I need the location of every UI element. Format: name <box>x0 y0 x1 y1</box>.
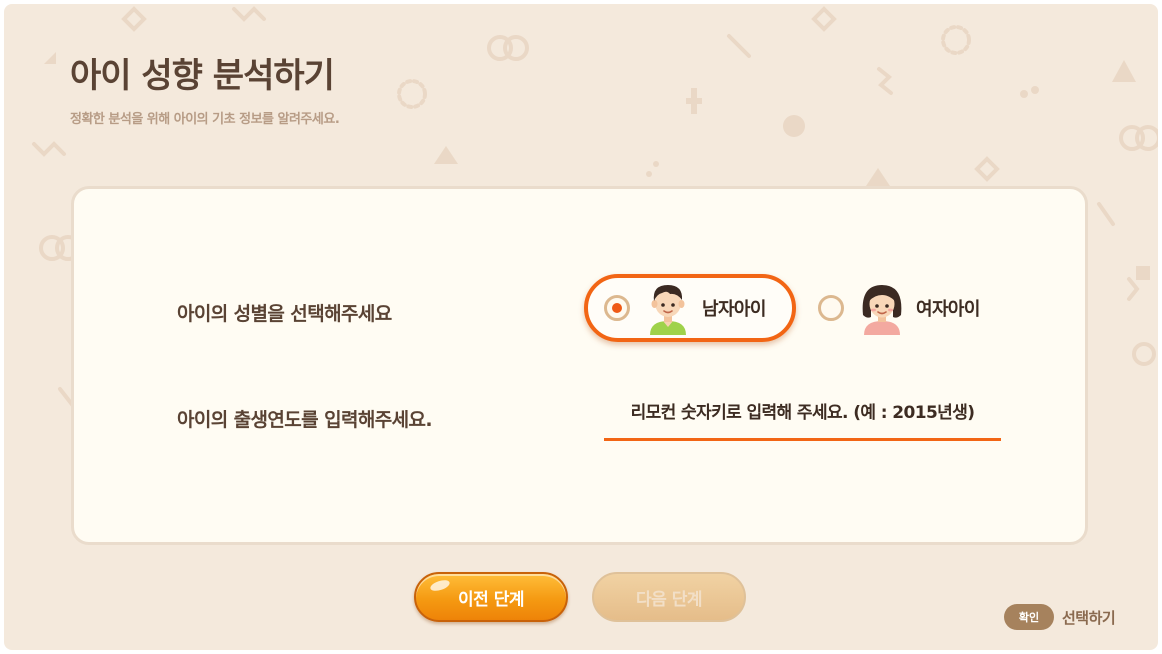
gender-option-boy[interactable]: 남자아이 <box>584 274 796 342</box>
remote-key-hint: 확인 선택하기 <box>1004 604 1116 630</box>
tv-screen: 아이 성향 분석하기 정확한 분석을 위해 아이의 기초 정보를 알려주세요. … <box>4 4 1158 650</box>
previous-step-label: 이전 단계 <box>458 589 524 610</box>
boy-avatar-icon <box>650 285 686 335</box>
next-step-label: 다음 단계 <box>636 589 702 610</box>
gender-option-girl[interactable]: 여자아이 <box>818 278 980 338</box>
birth-year-input[interactable] <box>604 387 1001 438</box>
boy-radio[interactable] <box>604 295 630 321</box>
girl-option-label: 여자아이 <box>916 299 980 320</box>
boy-option-label: 남자아이 <box>702 299 766 320</box>
gender-question-label: 아이의 성별을 선택해주세요 <box>177 303 392 325</box>
girl-avatar-icon <box>862 285 902 335</box>
birth-year-field[interactable] <box>604 387 1001 441</box>
birth-year-question-label: 아이의 출생연도를 입력해주세요. <box>177 409 433 431</box>
previous-step-button[interactable]: 이전 단계 <box>414 572 568 622</box>
button-shine <box>429 578 451 593</box>
next-step-button[interactable]: 다음 단계 <box>592 572 746 622</box>
ok-key-badge: 확인 <box>1004 604 1054 630</box>
hint-action-label: 선택하기 <box>1062 608 1116 627</box>
page-subtitle: 정확한 분석을 위해 아이의 기초 정보를 알려주세요. <box>70 112 340 127</box>
radio-selected-dot <box>612 303 622 313</box>
page-title: 아이 성향 분석하기 <box>70 56 335 96</box>
child-info-card: 아이의 성별을 선택해주세요 남자아이 여자아이 아이의 출생연도를 입력해주세… <box>71 186 1088 545</box>
girl-radio[interactable] <box>818 295 844 321</box>
